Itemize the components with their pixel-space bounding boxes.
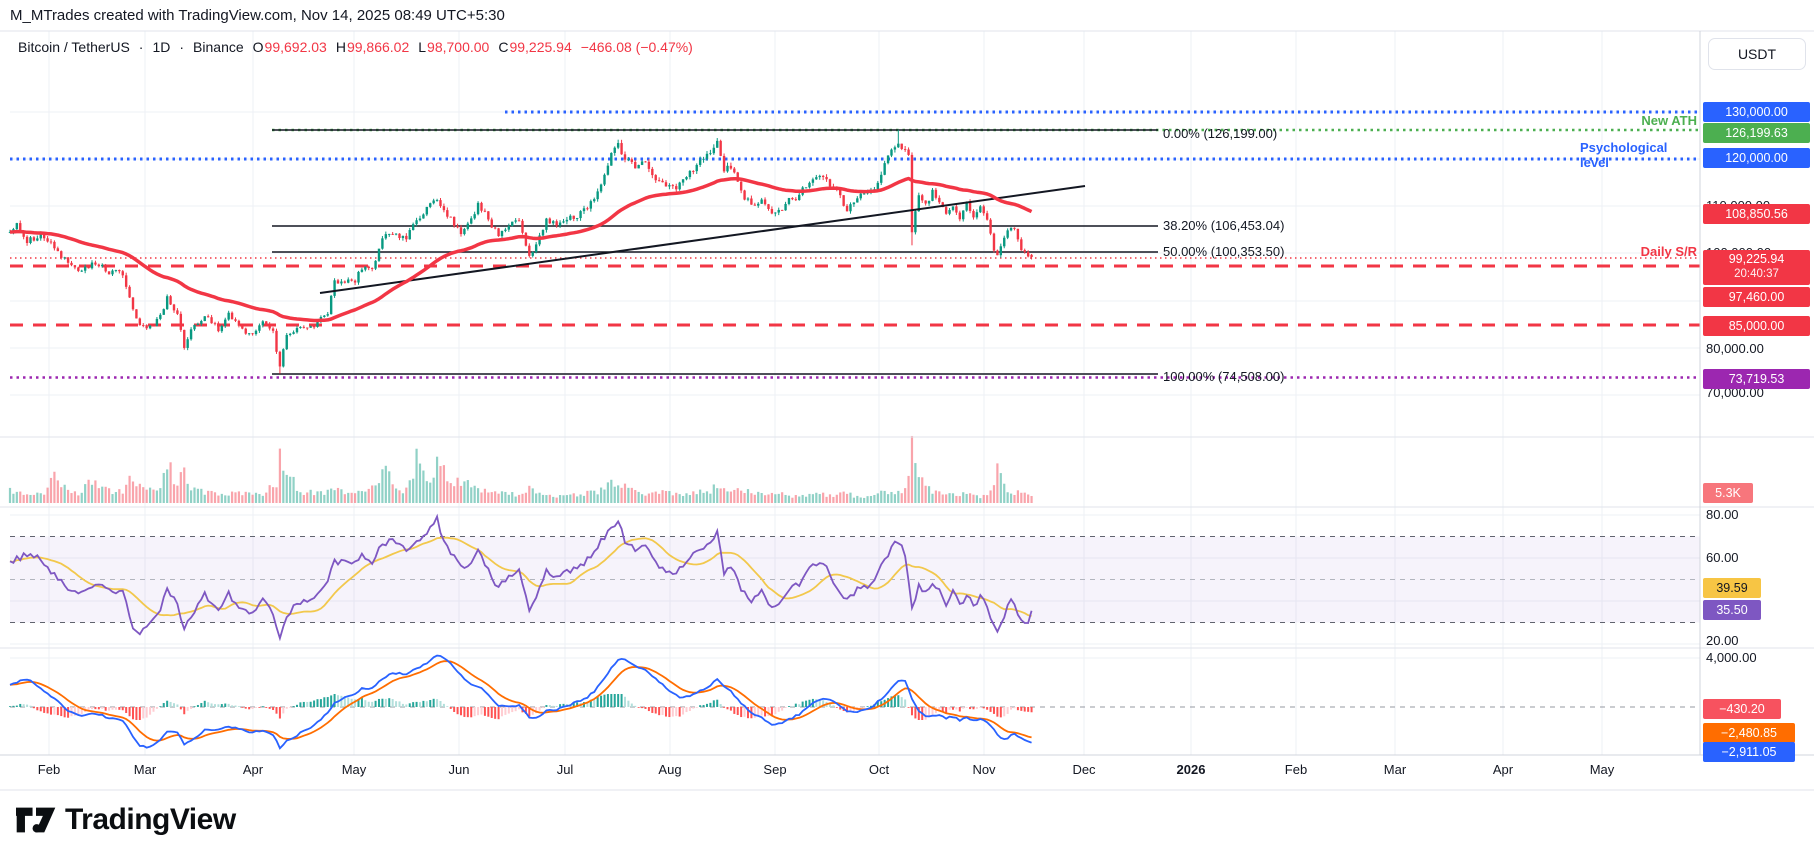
time-axis-label[interactable]: Jun: [449, 762, 470, 777]
ohlc-open: O99,692.03: [253, 39, 327, 55]
price-axis-badge: −2,480.85: [1703, 723, 1795, 743]
time-axis-label[interactable]: May: [1590, 762, 1615, 777]
separator: ·: [179, 39, 184, 55]
grid: [10, 31, 1700, 755]
time-axis-label[interactable]: Feb: [38, 762, 60, 777]
ohlc-low: L98,700.00: [418, 39, 489, 55]
time-axis-label[interactable]: Mar: [134, 762, 156, 777]
change-label: −466.08 (−0.47%): [581, 39, 693, 55]
time-axis-label[interactable]: Apr: [1493, 762, 1513, 777]
time-axis-label[interactable]: Nov: [972, 762, 995, 777]
time-axis-label[interactable]: Mar: [1384, 762, 1406, 777]
price-axis-badge: 120,000.00: [1703, 148, 1810, 168]
separator: ·: [139, 39, 144, 55]
price-axis-badge: 108,850.56: [1703, 204, 1810, 224]
exchange-label: Binance: [193, 39, 244, 55]
price-axis-badge: 85,000.00: [1703, 316, 1810, 336]
tradingview-logo[interactable]: TradingView: [16, 803, 236, 837]
symbol-title[interactable]: Bitcoin / TetherUS: [18, 39, 130, 55]
price-axis-badge: 35.50: [1703, 600, 1761, 620]
fib-level-label: 50.00% (100,353.50): [1163, 244, 1284, 259]
fib-level-label: 0.00% (126,199.00): [1163, 126, 1277, 141]
time-axis-label[interactable]: Dec: [1072, 762, 1095, 777]
price-axis-badge: −2,911.05: [1703, 742, 1795, 762]
time-axis-label[interactable]: Sep: [763, 762, 786, 777]
interval-label[interactable]: 1D: [152, 39, 170, 55]
price-axis-label: 80,000.00: [1706, 341, 1764, 356]
time-axis-label[interactable]: Apr: [243, 762, 263, 777]
daily-sr-label: Daily S/R: [1641, 244, 1697, 259]
ohlc-close: C99,225.94: [498, 39, 571, 55]
tradingview-logo-icon: [16, 804, 56, 836]
price-axis-badge: 126,199.63: [1703, 123, 1810, 143]
new-ath-label: New ATH: [1641, 113, 1697, 128]
price-axis-badge: 39.59: [1703, 578, 1761, 598]
price-axis-badge: 99,225.9420:40:37: [1703, 250, 1810, 285]
rsi-band: [10, 537, 1700, 708]
tradingview-wordmark: TradingView: [65, 803, 236, 837]
price-axis-badge: 130,000.00: [1703, 102, 1810, 122]
time-axis-label[interactable]: Aug: [658, 762, 681, 777]
ohlc-high: H99,866.02: [336, 39, 409, 55]
time-axis-label[interactable]: May: [342, 762, 367, 777]
psychological-level-label: Psychological level: [1580, 140, 1697, 170]
time-axis-label[interactable]: 2026: [1177, 762, 1206, 777]
time-axis-label[interactable]: Feb: [1285, 762, 1307, 777]
price-axis-badge: −430.20: [1703, 699, 1781, 719]
price-axis-badge: 97,460.00: [1703, 287, 1810, 307]
price-axis-label: 20.00: [1706, 633, 1739, 648]
moving-average-line: [10, 179, 1032, 321]
chart-canvas[interactable]: [0, 0, 1814, 867]
price-axis-badge: 5.3K: [1703, 483, 1753, 503]
countdown-timer: 20:40:37: [1734, 267, 1779, 282]
price-axis-label: 80.00: [1706, 507, 1739, 522]
chart-header: Bitcoin / TetherUS · 1D · Binance O99,69…: [18, 39, 693, 55]
time-axis-label[interactable]: Oct: [869, 762, 889, 777]
price-axis-badge: 73,719.53: [1703, 369, 1810, 389]
attribution-text: M_MTrades created with TradingView.com, …: [10, 7, 505, 24]
fib-level-label: 100.00% (74,508.00): [1163, 369, 1284, 384]
currency-button[interactable]: USDT: [1708, 38, 1806, 70]
fib-level-label: 38.20% (106,453.04): [1163, 218, 1284, 233]
tradingview-chart-page: M_MTrades created with TradingView.com, …: [0, 0, 1814, 867]
price-axis-label: 4,000.00: [1706, 650, 1757, 665]
pane-dividers: [0, 31, 1814, 790]
time-axis-label[interactable]: Jul: [557, 762, 574, 777]
price-axis-label: 60.00: [1706, 550, 1739, 565]
level-lines: [10, 112, 1700, 378]
